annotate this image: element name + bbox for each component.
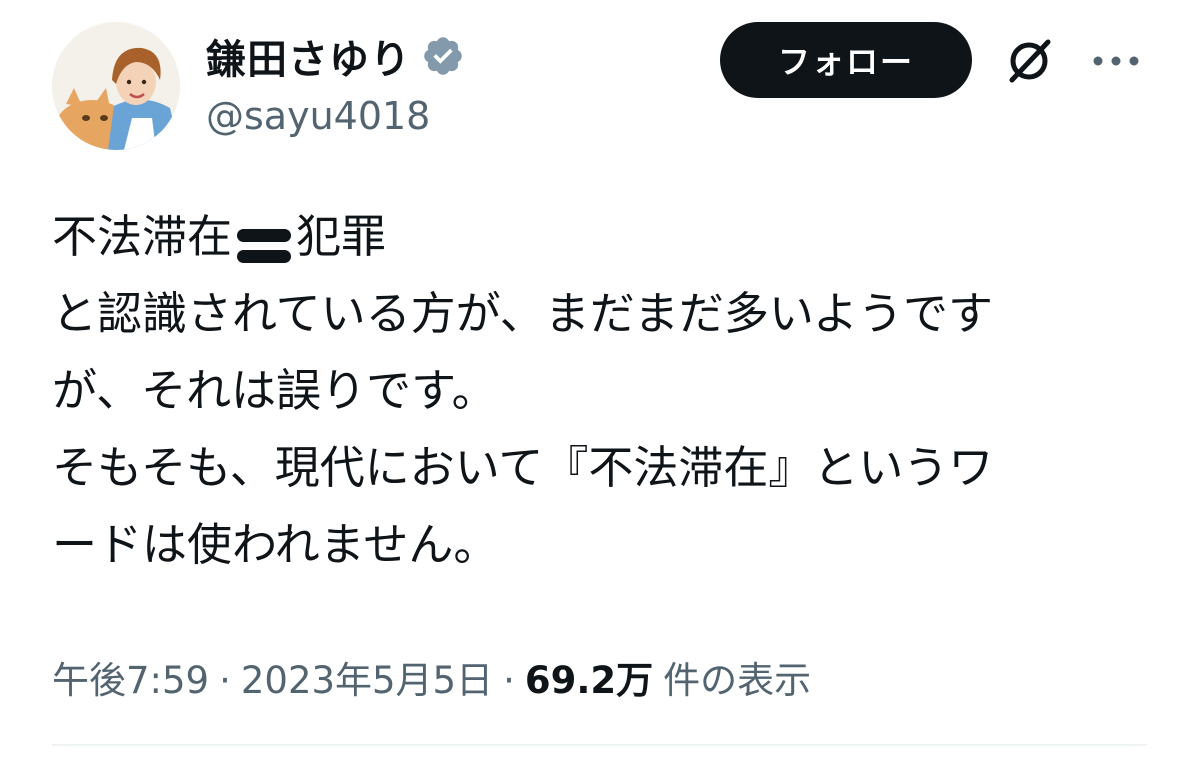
avatar[interactable] xyxy=(52,22,180,150)
more-options-icon[interactable] xyxy=(1088,46,1144,76)
tweet-time[interactable]: 午後7:59 xyxy=(52,650,209,704)
avatar-image xyxy=(52,22,180,150)
tweet-line-3: が、それは誤りです。 xyxy=(52,364,497,417)
meta-separator: · xyxy=(219,659,231,702)
author-handle[interactable]: @sayu4018 xyxy=(206,94,430,138)
tweet-meta: 午後7:59 · 2023年5月5日 · 69.2万 件の表示 xyxy=(52,650,811,704)
views-label: 件の表示 xyxy=(663,659,812,702)
tweet-line-1: 不法滞在 犯罪 xyxy=(52,198,1162,275)
grok-icon[interactable] xyxy=(1000,32,1058,90)
tweet-text: 不法滞在 犯罪 と認識されている方が、まだまだ多いようです が、それは誤りです。 … xyxy=(52,198,1162,583)
divider xyxy=(52,744,1147,746)
heavy-equals-sign-emoji-icon xyxy=(234,214,294,263)
meta-separator: · xyxy=(503,659,515,702)
verified-badge-icon[interactable] xyxy=(421,34,465,78)
display-name[interactable]: 鎌田さゆり xyxy=(206,27,411,85)
tweet-line-4: そもそも、現代において『不法滞在』というワ xyxy=(52,441,994,494)
tweet-line-1-before: 不法滞在 xyxy=(52,210,233,263)
tweet-line-1-after: 犯罪 xyxy=(296,210,387,263)
author-name-row: 鎌田さゆり xyxy=(206,27,465,85)
tweet: 鎌田さゆり @sayu4018 フォロー 不法滞在 犯罪 と認識されている方が、ま… xyxy=(0,0,1199,761)
follow-button[interactable]: フォロー xyxy=(720,22,972,98)
tweet-line-5: ードは使われません。 xyxy=(52,518,499,571)
tweet-line-2: と認識されている方が、まだまだ多いようです xyxy=(52,287,993,340)
tweet-date[interactable]: 2023年5月5日 xyxy=(241,650,493,704)
views-count[interactable]: 69.2万 xyxy=(525,650,653,704)
